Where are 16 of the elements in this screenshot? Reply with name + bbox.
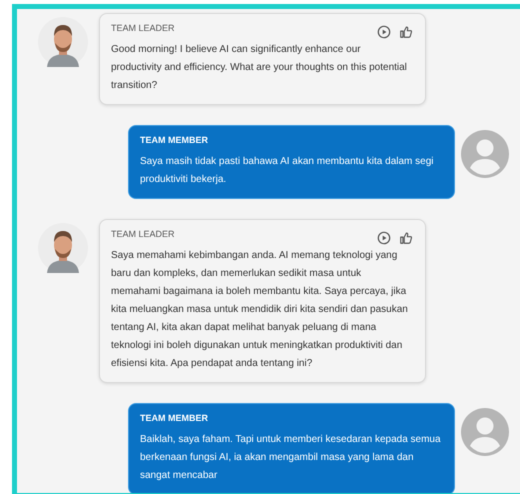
person-avatar <box>38 17 88 67</box>
user-avatar-icon <box>461 130 509 178</box>
message-text: Saya masih tidak pasti bahawa AI akan membantu kita dalam segi produktiviti bekerja. <box>140 155 434 187</box>
thumbs-up-icon[interactable] <box>399 25 413 39</box>
thumbs-up-icon[interactable] <box>399 231 413 245</box>
message-text: Good morning! I believe AI can significantly enhance our productivity and efficiency. What are your thoughts on this potential transition? <box>111 43 408 93</box>
person-avatar <box>38 223 88 273</box>
sender-name: TEAM LEADER <box>111 23 176 33</box>
sender-name: TEAM MEMBER <box>140 135 209 145</box>
message-text: Saya memahami kebimbangan anda. AI memang teknologi yang baru dan kompleks, dan memerlukan sedikit masa untuk memahami bagaimana ia boleh membantu kita. Saya percaya, jika kita meluangkan masa untuk mendidik diri kita sendiri dan pasukan tentang AI, kita akan dapat melihat banyak peluang di mana teknologi ini boleh digunakan untuk meningkatkan produktiviti dan efisiensi kita. Apa pendapat anda tentang ini? <box>111 249 409 371</box>
play-icon[interactable] <box>377 231 391 245</box>
user-avatar-icon <box>461 408 509 456</box>
play-icon[interactable] <box>377 25 391 39</box>
sender-name: TEAM MEMBER <box>140 413 209 423</box>
message-text: Baiklah, saya faham. Tapi untuk memberi kesedaran kepada semua berkenaan fungsi AI, ia akan mengambil masa yang lama dan sangat mencabar <box>140 433 442 483</box>
sender-name: TEAM LEADER <box>111 229 176 239</box>
